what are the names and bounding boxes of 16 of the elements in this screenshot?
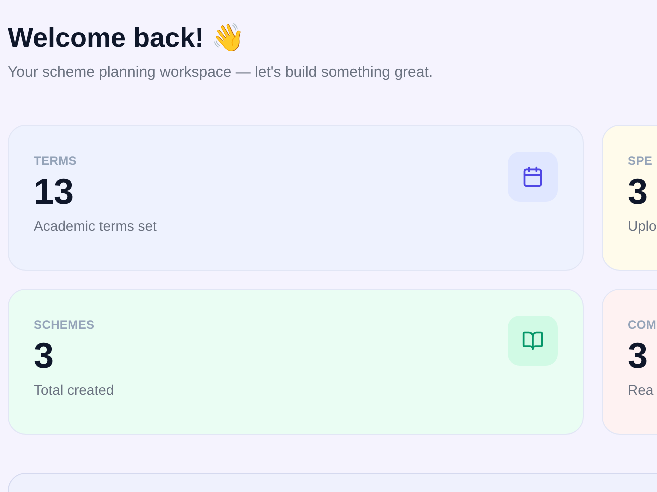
stat-value: 3 [34, 334, 54, 378]
stat-label: SCHEMES [34, 317, 95, 334]
stat-caption: Uplo [628, 217, 657, 236]
stat-label: COM [628, 317, 657, 334]
stat-label: SPE [628, 153, 653, 170]
stat-caption: Total created [34, 381, 114, 400]
stat-caption: Academic terms set [34, 217, 157, 236]
page-title: Welcome back! 👋 [8, 22, 246, 55]
stat-label: TERMS [34, 153, 77, 170]
calendar-icon [508, 152, 558, 202]
stat-caption: Rea [628, 381, 654, 400]
stat-value: 3 [628, 334, 648, 378]
stat-value: 13 [34, 170, 74, 214]
page-subtitle: Your scheme planning workspace — let's build something great. [8, 63, 434, 83]
open-book-icon [508, 316, 558, 366]
stat-value: 3 [628, 170, 648, 214]
